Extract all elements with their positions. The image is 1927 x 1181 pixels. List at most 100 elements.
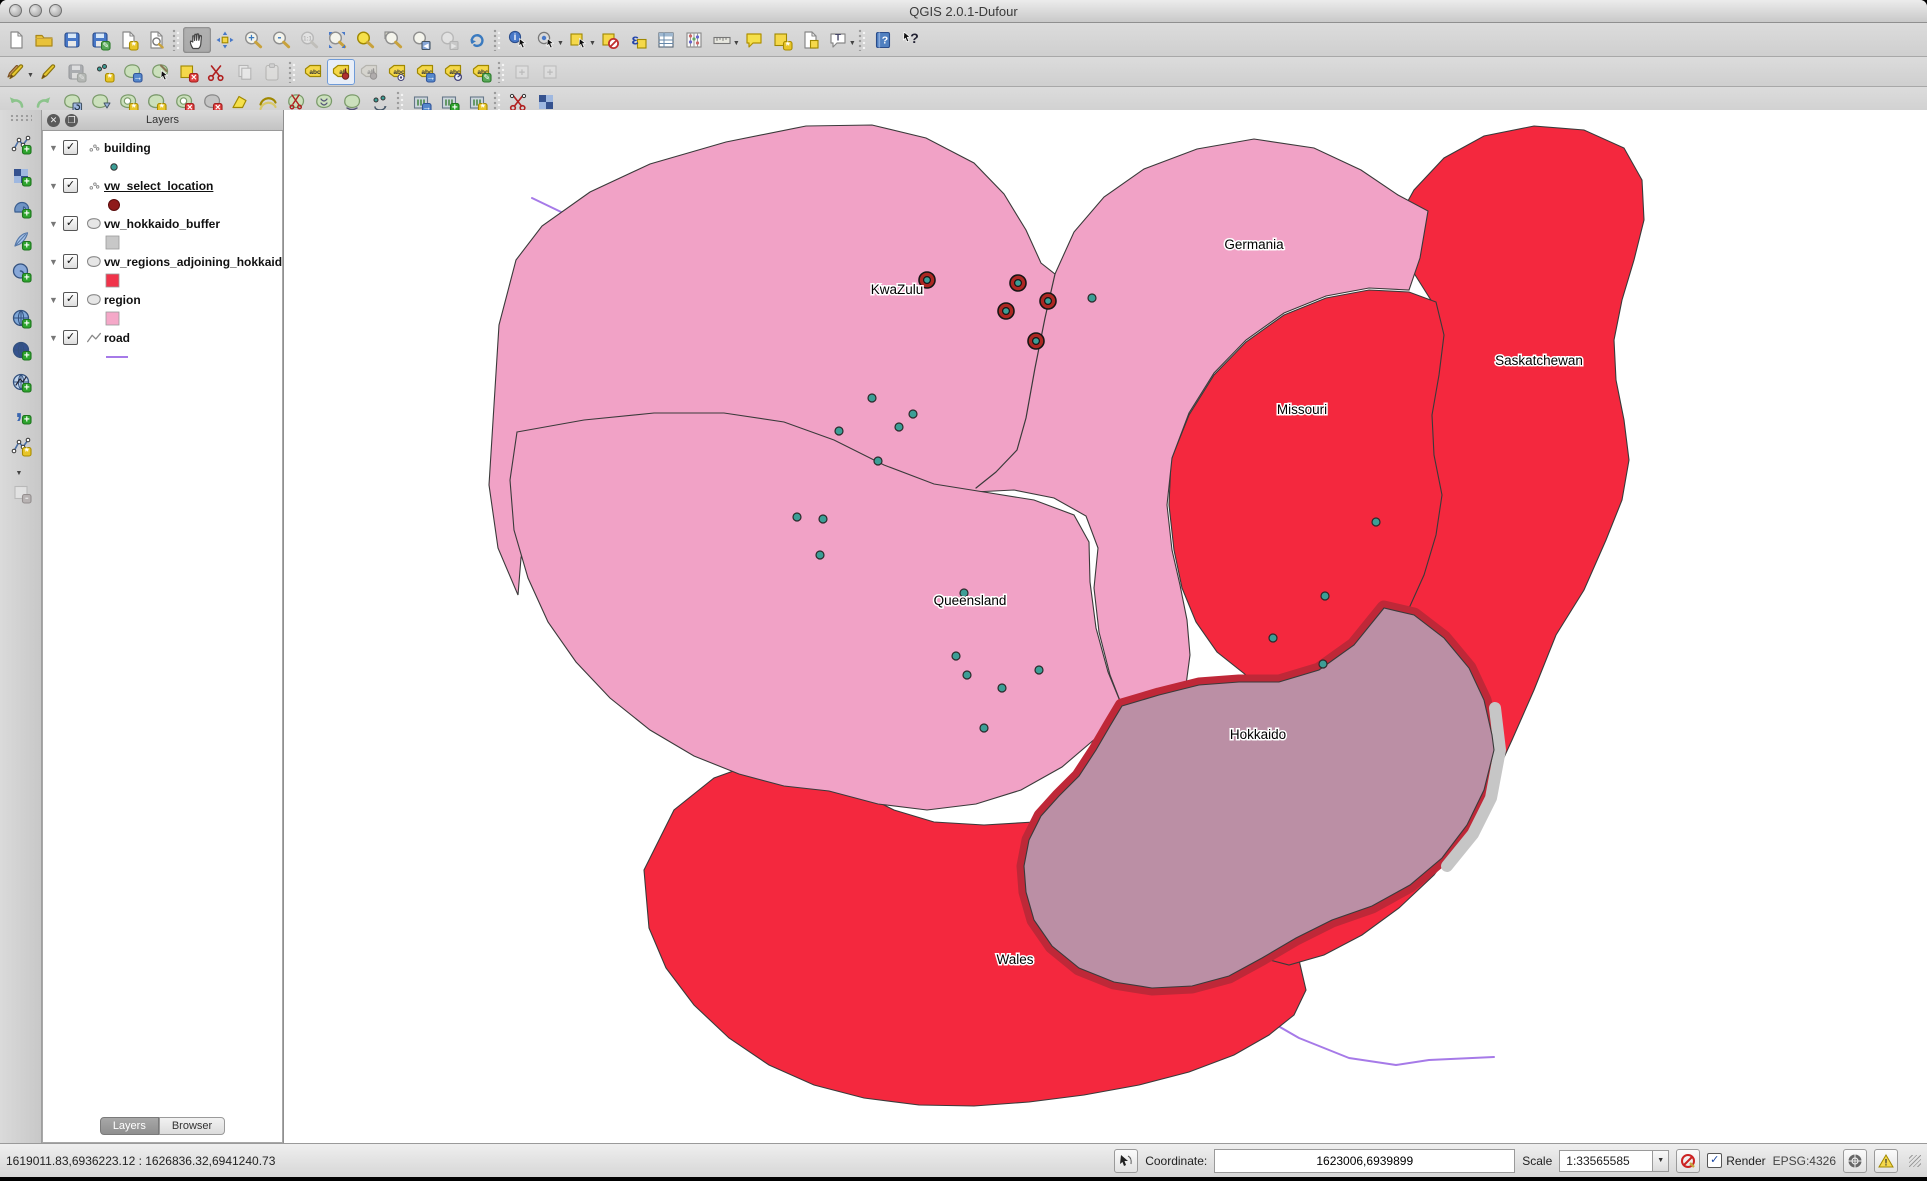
- layer-label[interactable]: building: [104, 141, 151, 155]
- disclosure-triangle-icon[interactable]: ▼: [49, 295, 63, 305]
- add-wcs-layer-icon[interactable]: +: [7, 337, 35, 363]
- layer-item-building[interactable]: ▼✓ building: [43, 137, 282, 158]
- select-by-expression-icon[interactable]: ε: [624, 27, 652, 53]
- new-print-composer-icon[interactable]: *: [114, 27, 142, 53]
- stop-render-icon[interactable]: [1676, 1149, 1700, 1173]
- whats-this-icon[interactable]: ?: [897, 27, 925, 53]
- render-toggle[interactable]: ✓ Render: [1707, 1153, 1765, 1168]
- toggle-editing-icon[interactable]: [34, 59, 62, 85]
- zoom-window-icon[interactable]: [49, 4, 62, 17]
- composer-manager-icon[interactable]: [142, 27, 170, 53]
- add-vector-layer-icon[interactable]: +: [7, 131, 35, 157]
- delete-selected-icon[interactable]: ×: [174, 59, 202, 85]
- layer-item-vw_hokkaido_buffer[interactable]: ▼✓ vw_hokkaido_buffer: [43, 213, 282, 234]
- save-project-icon[interactable]: [58, 27, 86, 53]
- field-calculator-icon[interactable]: [680, 27, 708, 53]
- extents-toggle-icon[interactable]: [1114, 1149, 1138, 1173]
- cut-features-icon[interactable]: [202, 59, 230, 85]
- map-tips-icon[interactable]: [740, 27, 768, 53]
- labeling-icon[interactable]: abc: [299, 59, 327, 85]
- label-pin-icon[interactable]: ab: [327, 59, 355, 85]
- zoom-out-icon[interactable]: -: [267, 27, 295, 53]
- layer-label[interactable]: region: [104, 293, 141, 307]
- label-move-icon[interactable]: abc→: [411, 59, 439, 85]
- annotation-plus-1-icon: +: [508, 59, 536, 85]
- layer-visibility-checkbox[interactable]: ✓: [63, 178, 78, 193]
- panel-close-icon[interactable]: ✕: [47, 114, 60, 127]
- close-window-icon[interactable]: [9, 4, 22, 17]
- layer-label[interactable]: vw_hokkaido_buffer: [104, 217, 220, 231]
- add-wfs-layer-icon[interactable]: +: [7, 369, 35, 395]
- add-oracle-layer-icon[interactable]: +: [7, 259, 35, 285]
- zoom-to-layer-icon[interactable]: [379, 27, 407, 53]
- add-spatialite-layer-icon[interactable]: +: [7, 227, 35, 253]
- map-canvas[interactable]: KwaZuluGermaniaMissouriSaskatchewanQueen…: [284, 110, 1927, 1143]
- toolbar-grip[interactable]: [10, 114, 32, 122]
- pan-map-icon[interactable]: [183, 27, 211, 53]
- layer-item-region[interactable]: ▼✓ region: [43, 289, 282, 310]
- new-shapefile-layer-dropdown-icon[interactable]: ▼: [16, 470, 23, 477]
- zoom-full-icon[interactable]: [323, 27, 351, 53]
- layer-visibility-checkbox[interactable]: ✓: [63, 292, 78, 307]
- add-wms-layer-icon[interactable]: +: [7, 305, 35, 331]
- panel-tab-browser[interactable]: Browser: [159, 1117, 225, 1135]
- label-properties-icon[interactable]: abc✎: [467, 59, 495, 85]
- layer-label[interactable]: vw_select_location: [104, 179, 213, 193]
- help-contents-icon[interactable]: ?: [869, 27, 897, 53]
- resize-grip[interactable]: [1909, 1155, 1921, 1167]
- pan-to-selection-icon[interactable]: [211, 27, 239, 53]
- panel-tab-layers[interactable]: Layers: [100, 1117, 159, 1135]
- status-bar: 1619011.83,6936223.12 : 1626836.32,69412…: [0, 1143, 1927, 1177]
- add-postgis-layer-icon[interactable]: +: [7, 195, 35, 221]
- layer-visibility-checkbox[interactable]: ✓: [63, 140, 78, 155]
- open-attribute-table-icon[interactable]: [652, 27, 680, 53]
- refresh-map-icon[interactable]: [463, 27, 491, 53]
- svg-text:*: *: [108, 71, 113, 82]
- layer-visibility-checkbox[interactable]: ✓: [63, 216, 78, 231]
- disclosure-triangle-icon[interactable]: ▼: [49, 219, 63, 229]
- new-bookmark-icon[interactable]: *: [768, 27, 796, 53]
- layer-visibility-checkbox[interactable]: ✓: [63, 254, 78, 269]
- new-shapefile-layer-icon[interactable]: *: [7, 433, 35, 459]
- label-show-hide-icon[interactable]: abc: [383, 59, 411, 85]
- label-rotate-icon[interactable]: abc: [439, 59, 467, 85]
- new-project-icon[interactable]: [2, 27, 30, 53]
- disclosure-triangle-icon[interactable]: ▼: [49, 143, 63, 153]
- panel-float-icon[interactable]: ❐: [65, 114, 78, 127]
- text-annotation-icon[interactable]: T: [824, 27, 852, 53]
- layer-item-vw_regions_adjoining_hokkaido[interactable]: ▼✓ vw_regions_adjoining_hokkaido: [43, 251, 282, 272]
- chevron-down-icon[interactable]: ▼: [1652, 1151, 1668, 1171]
- select-features-icon[interactable]: [564, 27, 592, 53]
- add-feature-icon[interactable]: *: [90, 59, 118, 85]
- title-bar[interactable]: QGIS 2.0.1-Dufour: [0, 0, 1927, 23]
- disclosure-triangle-icon[interactable]: ▼: [49, 333, 63, 343]
- crs-status-icon[interactable]: [1843, 1149, 1867, 1173]
- node-tool-icon[interactable]: [146, 59, 174, 85]
- layer-visibility-checkbox[interactable]: ✓: [63, 330, 78, 345]
- add-delimited-text-layer-icon[interactable]: ,+: [7, 401, 35, 427]
- deselect-all-icon[interactable]: [596, 27, 624, 53]
- layer-item-vw_select_location[interactable]: ▼✓ vw_select_location: [43, 175, 282, 196]
- measure-icon[interactable]: [708, 27, 736, 53]
- zoom-to-selection-icon[interactable]: [351, 27, 379, 53]
- zoom-last-icon[interactable]: ◀: [407, 27, 435, 53]
- identify-features-icon[interactable]: i: [504, 27, 532, 53]
- minimize-window-icon[interactable]: [29, 4, 42, 17]
- log-messages-icon[interactable]: !: [1874, 1149, 1898, 1173]
- disclosure-triangle-icon[interactable]: ▼: [49, 257, 63, 267]
- coordinate-input[interactable]: [1214, 1149, 1515, 1173]
- save-project-as-icon[interactable]: ✎: [86, 27, 114, 53]
- current-edits-icon[interactable]: [2, 59, 30, 85]
- disclosure-triangle-icon[interactable]: ▼: [49, 181, 63, 191]
- render-checkbox[interactable]: ✓: [1707, 1153, 1722, 1168]
- zoom-in-icon[interactable]: +: [239, 27, 267, 53]
- scale-combo[interactable]: 1:33565585 ▼: [1559, 1150, 1669, 1172]
- add-raster-layer-icon[interactable]: +: [7, 163, 35, 189]
- open-project-icon[interactable]: [30, 27, 58, 53]
- move-feature-icon[interactable]: →: [118, 59, 146, 85]
- layer-label[interactable]: vw_regions_adjoining_hokkaido: [104, 255, 283, 269]
- layer-label[interactable]: road: [104, 331, 130, 345]
- run-feature-action-icon[interactable]: [532, 27, 560, 53]
- layer-item-road[interactable]: ▼✓ road: [43, 327, 282, 348]
- show-bookmarks-icon[interactable]: [796, 27, 824, 53]
